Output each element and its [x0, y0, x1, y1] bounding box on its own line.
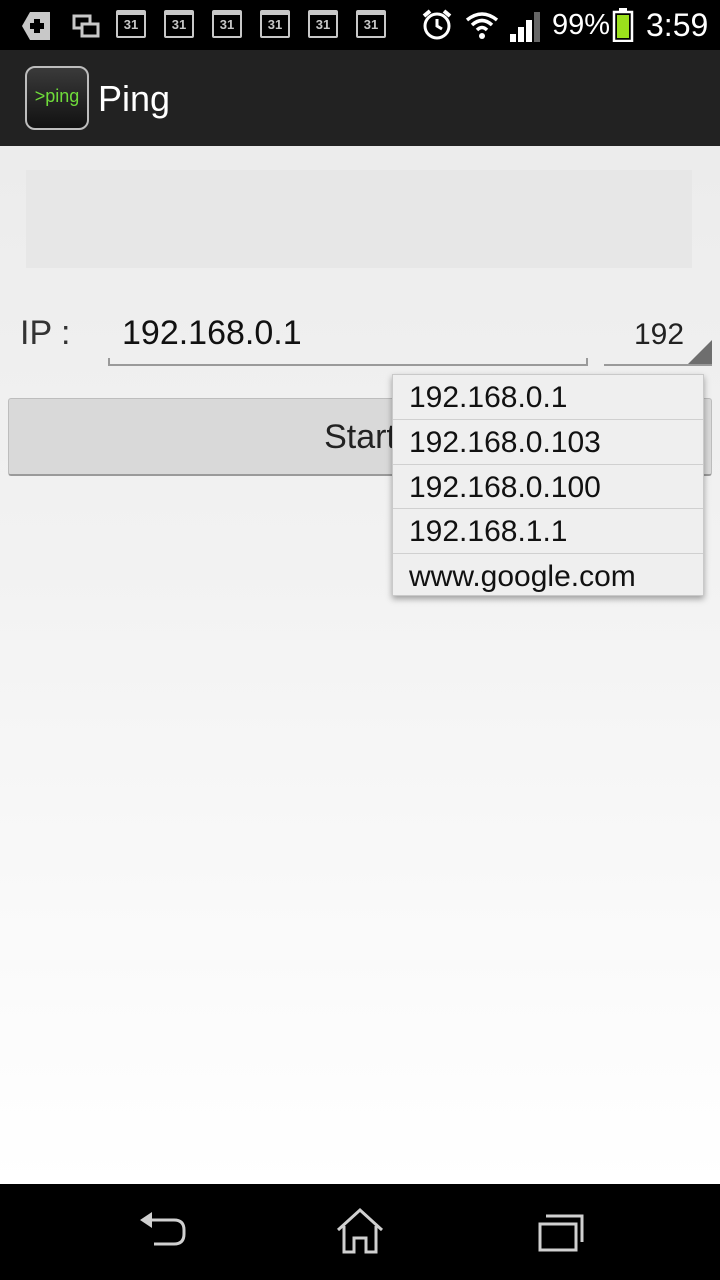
home-icon[interactable]	[332, 1204, 392, 1260]
spinner-underline	[604, 364, 712, 366]
signal-icon	[510, 12, 540, 42]
calendar-icon: 31	[308, 10, 338, 38]
recent-apps-icon[interactable]	[534, 1204, 594, 1260]
history-spinner[interactable]: 192	[604, 296, 712, 366]
alarm-icon	[422, 9, 452, 40]
calendar-icon: 31	[356, 10, 386, 38]
history-dropdown-list: 192.168.0.1 192.168.0.103 192.168.0.100 …	[392, 374, 704, 596]
calendar-icon: 31	[260, 10, 290, 38]
back-icon[interactable]	[134, 1204, 194, 1260]
calendar-icon: 31	[164, 10, 194, 38]
plus-icon	[22, 12, 50, 40]
ad-banner	[26, 170, 692, 268]
clock: 3:59	[646, 7, 709, 43]
app-icon[interactable]: >ping	[25, 66, 89, 130]
battery-icon	[612, 8, 634, 42]
spinner-value: 192	[634, 318, 685, 351]
screens-icon	[72, 14, 100, 38]
ip-input-value: 192.168.0.1	[122, 314, 302, 352]
ip-label: IP :	[20, 314, 71, 352]
dropdown-arrow-icon	[688, 340, 712, 364]
calendar-icon: 31	[212, 10, 242, 38]
ip-input[interactable]: 192.168.0.1	[108, 296, 588, 366]
action-bar: >ping Ping	[0, 50, 720, 146]
navigation-bar	[0, 1184, 720, 1280]
main-content: IP : 192.168.0.1 192 Start	[0, 146, 720, 1184]
dropdown-item[interactable]: www.google.com	[393, 554, 703, 599]
status-bar: 31 31 31 31 31 31 99% 3:59	[0, 0, 720, 50]
wifi-icon	[465, 12, 499, 39]
app-title: Ping	[98, 78, 171, 119]
input-underline	[108, 364, 588, 366]
app-icon-text: >ping	[34, 86, 80, 106]
battery-percent: 99%	[552, 9, 611, 41]
calendar-icon: 31	[116, 10, 146, 38]
dropdown-item[interactable]: 192.168.0.100	[393, 465, 703, 510]
dropdown-item[interactable]: 192.168.1.1	[393, 509, 703, 555]
dropdown-item[interactable]: 192.168.0.1	[393, 375, 703, 420]
dropdown-item[interactable]: 192.168.0.103	[393, 420, 703, 465]
